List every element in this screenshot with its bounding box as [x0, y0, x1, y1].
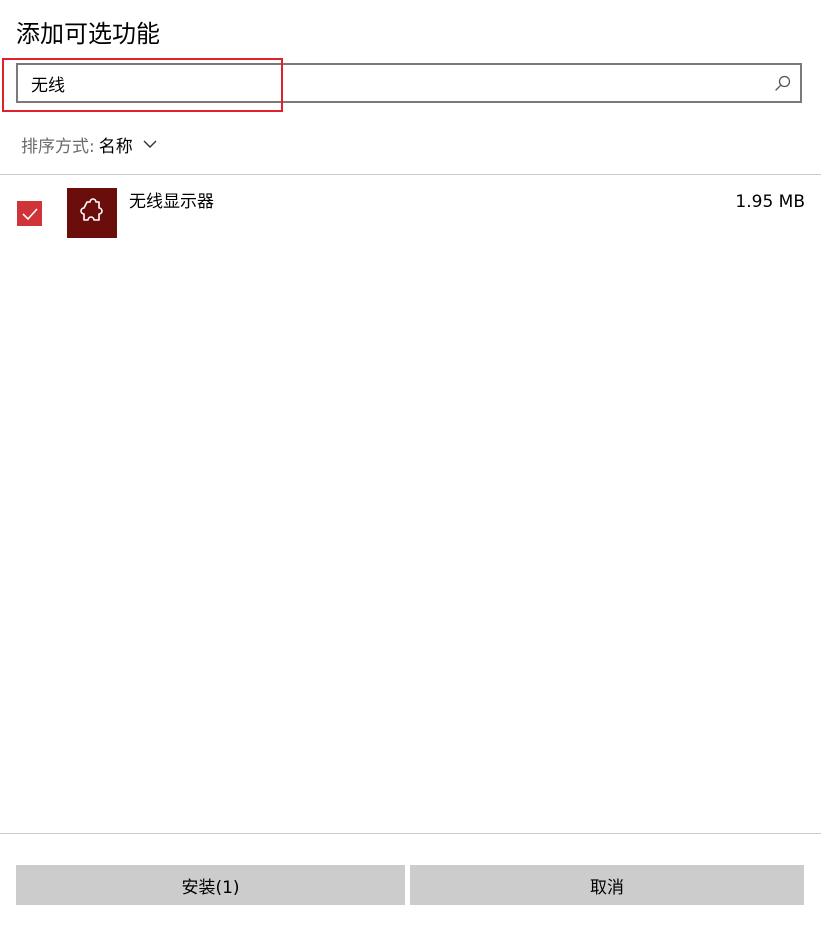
- puzzle-piece-icon: [67, 188, 117, 238]
- sort-label: 排序方式:: [21, 136, 95, 157]
- sort-value: 名称: [98, 136, 133, 157]
- install-button[interactable]: 安装(1): [16, 865, 405, 905]
- page-title: 添加可选功能: [16, 20, 160, 48]
- cancel-button[interactable]: 取消: [410, 865, 804, 905]
- feature-size: 1.95 MB: [735, 192, 805, 212]
- search-icon[interactable]: [774, 74, 792, 92]
- divider: [0, 174, 821, 175]
- checkmark-icon: [21, 207, 38, 220]
- sort-dropdown[interactable]: 排序方式: 名称: [21, 131, 157, 157]
- list-item[interactable]: 无线显示器 1.95 MB: [0, 183, 821, 243]
- chevron-down-icon: [143, 140, 157, 148]
- feature-checkbox[interactable]: [17, 201, 42, 226]
- add-optional-features-dialog: 添加可选功能 排序方式: 名称 无线显示器 1.95 MB 安装(1): [0, 0, 821, 925]
- search-box[interactable]: [16, 63, 802, 103]
- divider: [0, 833, 821, 834]
- search-input[interactable]: [18, 65, 758, 101]
- feature-name: 无线显示器: [129, 192, 214, 212]
